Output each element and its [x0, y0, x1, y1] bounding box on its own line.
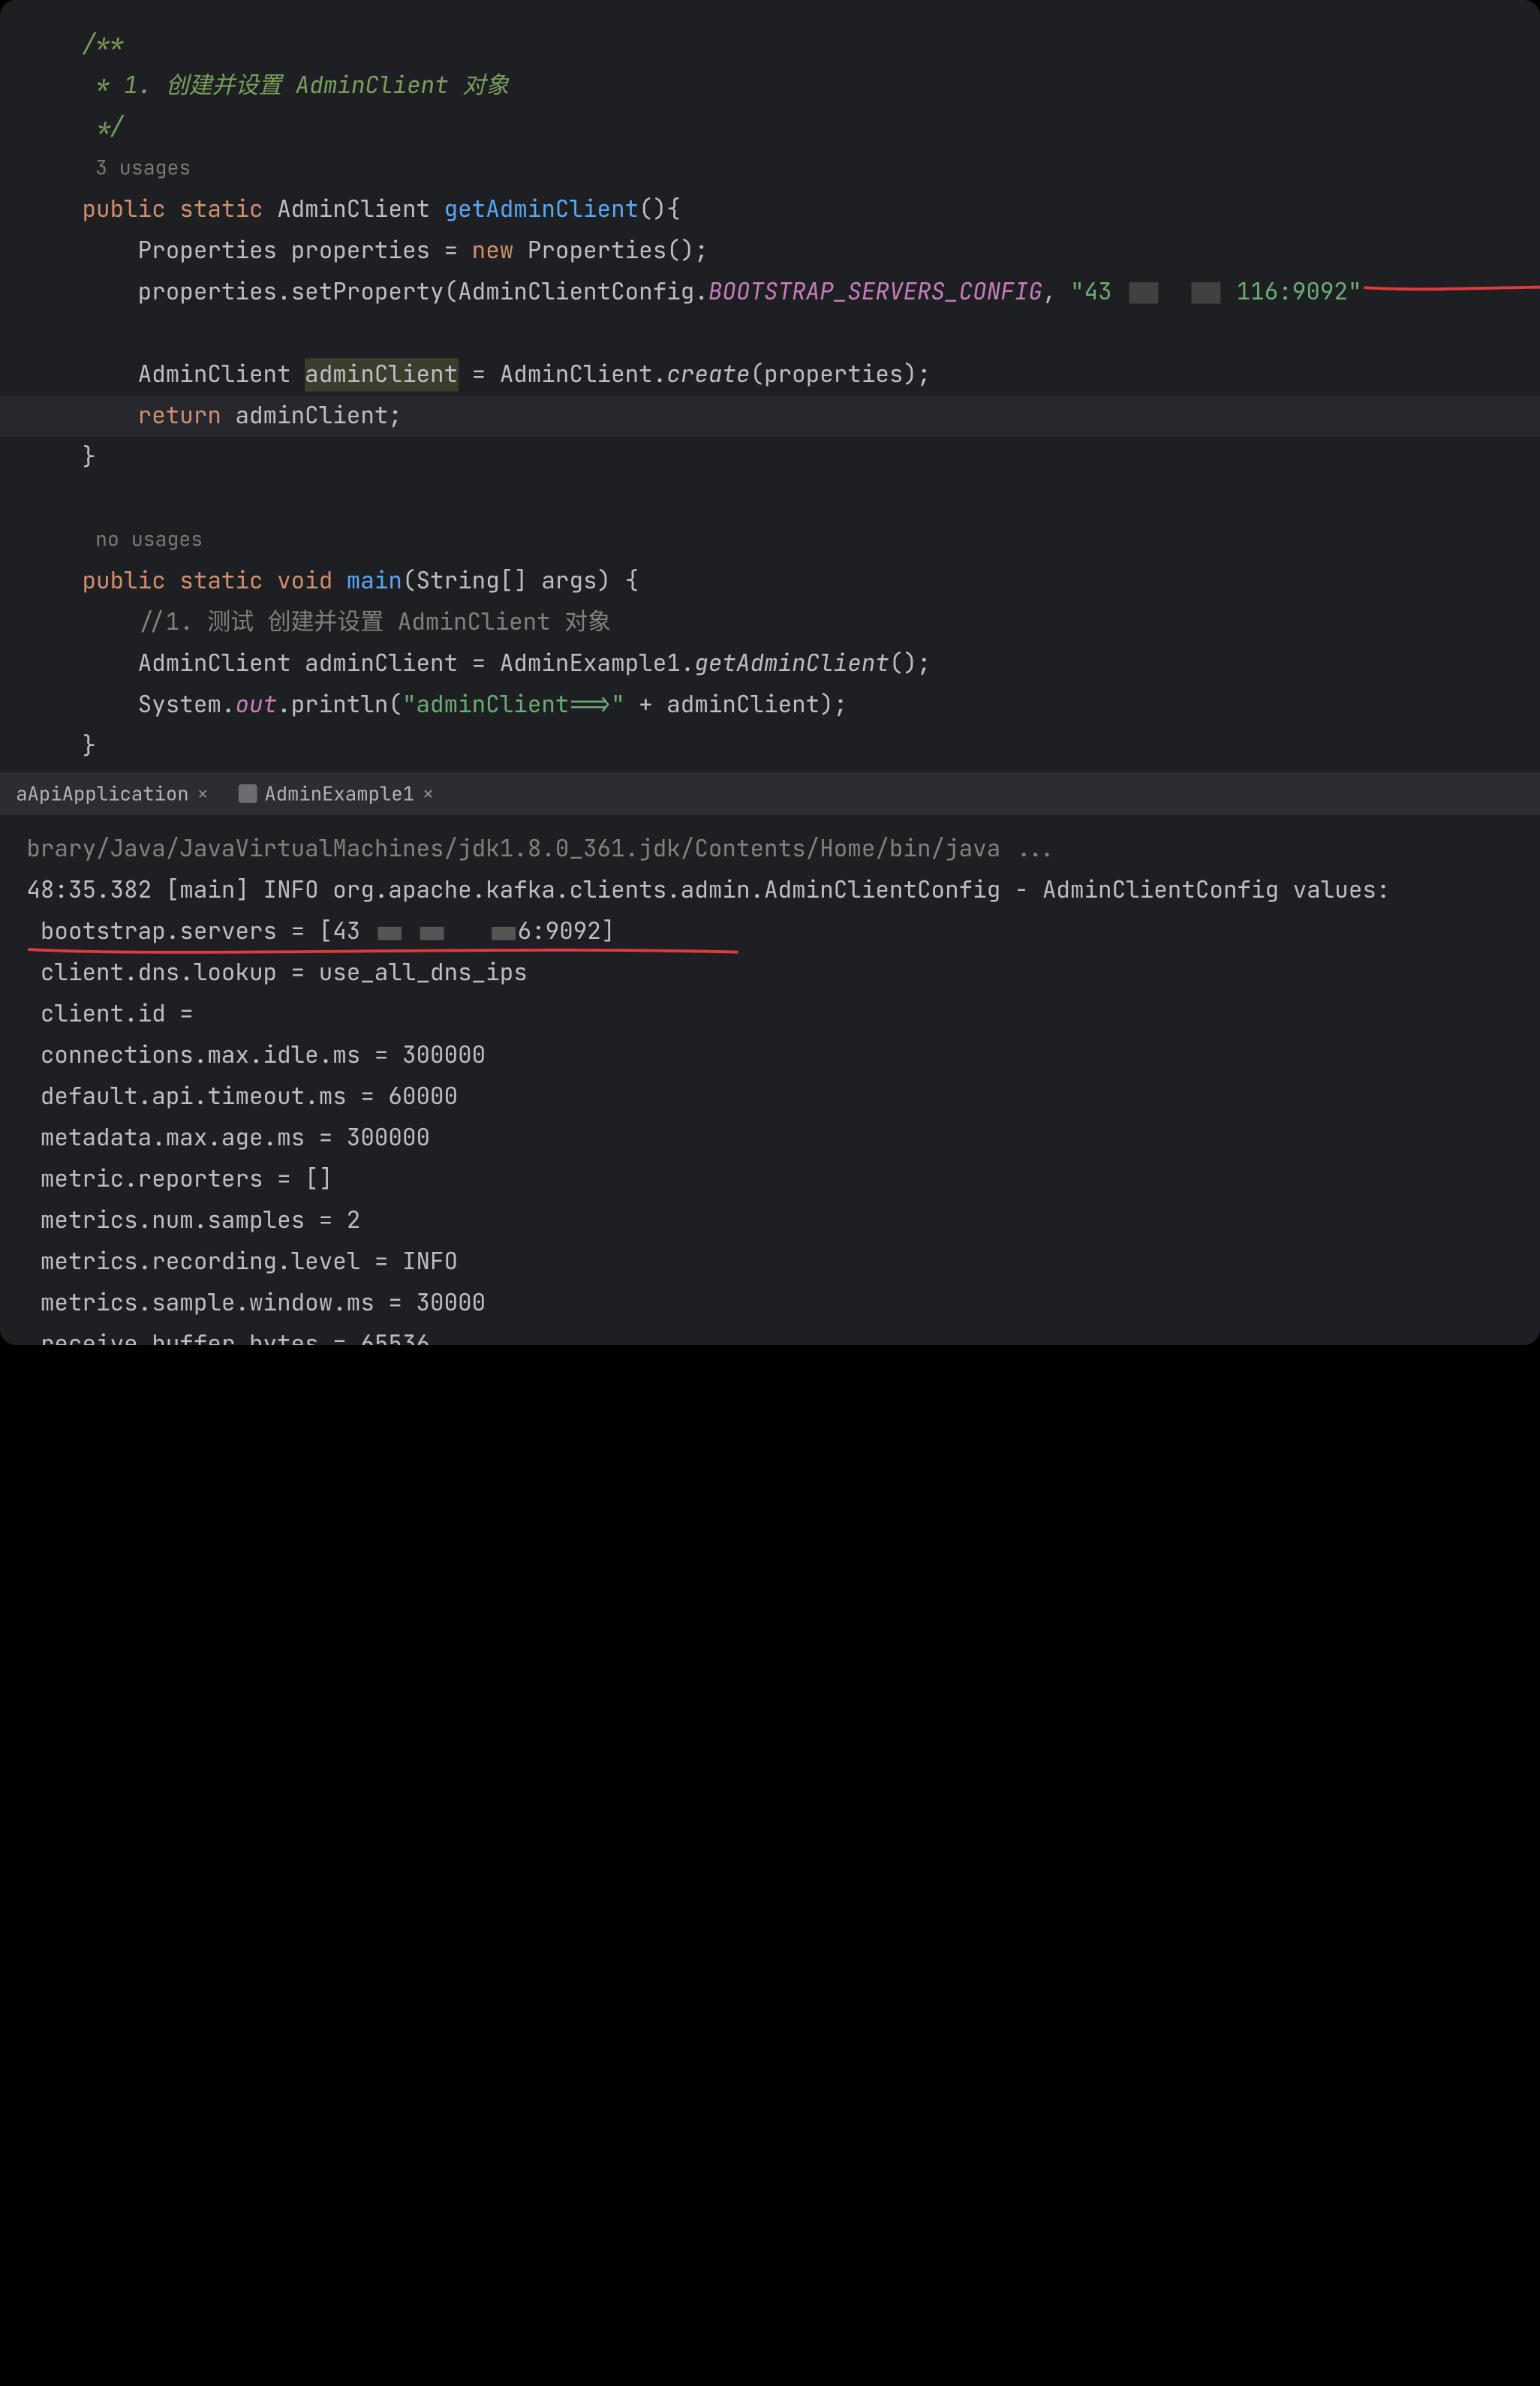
bootstrap-const: BOOTSTRAP_SERVERS_CONFIG — [708, 277, 1042, 308]
keyword-void: void — [277, 566, 332, 597]
brace-close: } — [82, 442, 96, 473]
close-icon[interactable]: × — [197, 781, 209, 807]
console-line: metadata.max.age.ms = 300000 — [26, 1118, 1540, 1159]
tab-aApiApplication[interactable]: aApiApplication × — [5, 772, 219, 815]
create-call: create — [666, 360, 750, 390]
system-out: out — [235, 690, 277, 721]
console-line: metric.reporters = [] — [26, 1159, 1540, 1200]
adminclient-create-line: AdminClient adminClient = AdminClient.cr… — [26, 354, 1540, 396]
method-signature-getAdminClient: public static AdminClient getAdminClient… — [26, 189, 1540, 230]
redacted-ip-part — [377, 927, 401, 940]
getAdminClient-call: getAdminClient — [694, 648, 889, 679]
return-line: return adminClient; — [26, 396, 1540, 437]
keyword-public: public — [82, 194, 165, 225]
method-name: getAdminClient — [444, 194, 639, 225]
console-line: connections.max.idle.ms = 300000 — [26, 1035, 1540, 1076]
console-line: metrics.sample.window.ms = 30000 — [26, 1283, 1540, 1324]
console-bootstrap-servers: bootstrap.servers = [43 6:9092] — [26, 911, 1540, 952]
main-signature: public static void main(String[] args) { — [26, 561, 1540, 602]
code-editor[interactable]: /** * 1. 创建并设置 AdminClient 对象 */ 3 usage… — [0, 0, 1540, 772]
javadoc-close: */ — [82, 112, 124, 143]
ip-string-end: 116:9092" — [1237, 277, 1362, 308]
keyword-static: static — [179, 194, 263, 225]
tab-AdminExample1[interactable]: AdminExample1 × — [227, 772, 445, 815]
console-line: client.id = — [26, 994, 1540, 1035]
redacted-ip-part — [1191, 282, 1220, 303]
highlighted-variable: adminClient — [305, 358, 458, 391]
redacted-ip-part — [420, 927, 444, 940]
redacted-ip-part — [1129, 282, 1158, 303]
ip-string-start: "43 — [1070, 277, 1112, 308]
usages-hint[interactable]: 3 usages — [26, 148, 1540, 189]
console-output[interactable]: brary/Java/JavaVirtualMachines/jdk1.8.0_… — [0, 815, 1540, 1345]
console-command: brary/Java/JavaVirtualMachines/jdk1.8.0_… — [26, 829, 1540, 870]
console-line: metrics.num.samples = 2 — [26, 1200, 1540, 1241]
line-comment: //1. 测试 创建并设置 AdminClient 对象 — [138, 607, 611, 638]
tab-label: aApiApplication — [16, 781, 188, 807]
set-property-line: properties.setProperty(AdminClientConfig… — [26, 272, 1540, 313]
keyword-return: return — [138, 401, 221, 432]
tab-label: AdminExample1 — [264, 781, 414, 807]
run-config-icon — [238, 784, 257, 803]
main-method: main — [347, 566, 402, 597]
usages-hint-none[interactable]: no usages — [26, 519, 1540, 561]
javadoc-open: /** — [82, 29, 124, 60]
console-line: default.api.timeout.ms = 60000 — [26, 1076, 1540, 1118]
redacted-ip-part — [491, 927, 515, 940]
return-type: AdminClient — [277, 194, 430, 225]
close-icon[interactable]: × — [423, 781, 435, 807]
console-line: receive.buffer.bytes = 65536 — [26, 1324, 1540, 1345]
props-decl-line: Properties properties = new Properties()… — [26, 230, 1540, 272]
run-tab-bar: aApiApplication × AdminExample1 × — [0, 772, 1540, 815]
println-line: System.out.println("adminClient==>" + ad… — [26, 685, 1540, 726]
ide-window: /** * 1. 创建并设置 AdminClient 对象 */ 3 usage… — [0, 0, 1540, 1345]
keyword-new: new — [472, 236, 514, 266]
javadoc-text: 1. 创建并设置 AdminClient 对象 — [124, 71, 509, 101]
console-line: 48:35.382 [main] INFO org.apache.kafka.c… — [26, 870, 1540, 911]
console-line: metrics.recording.level = INFO — [26, 1241, 1540, 1283]
main-assign-line: AdminClient adminClient = AdminExample1.… — [26, 643, 1540, 685]
javadoc-star: * — [82, 71, 124, 101]
